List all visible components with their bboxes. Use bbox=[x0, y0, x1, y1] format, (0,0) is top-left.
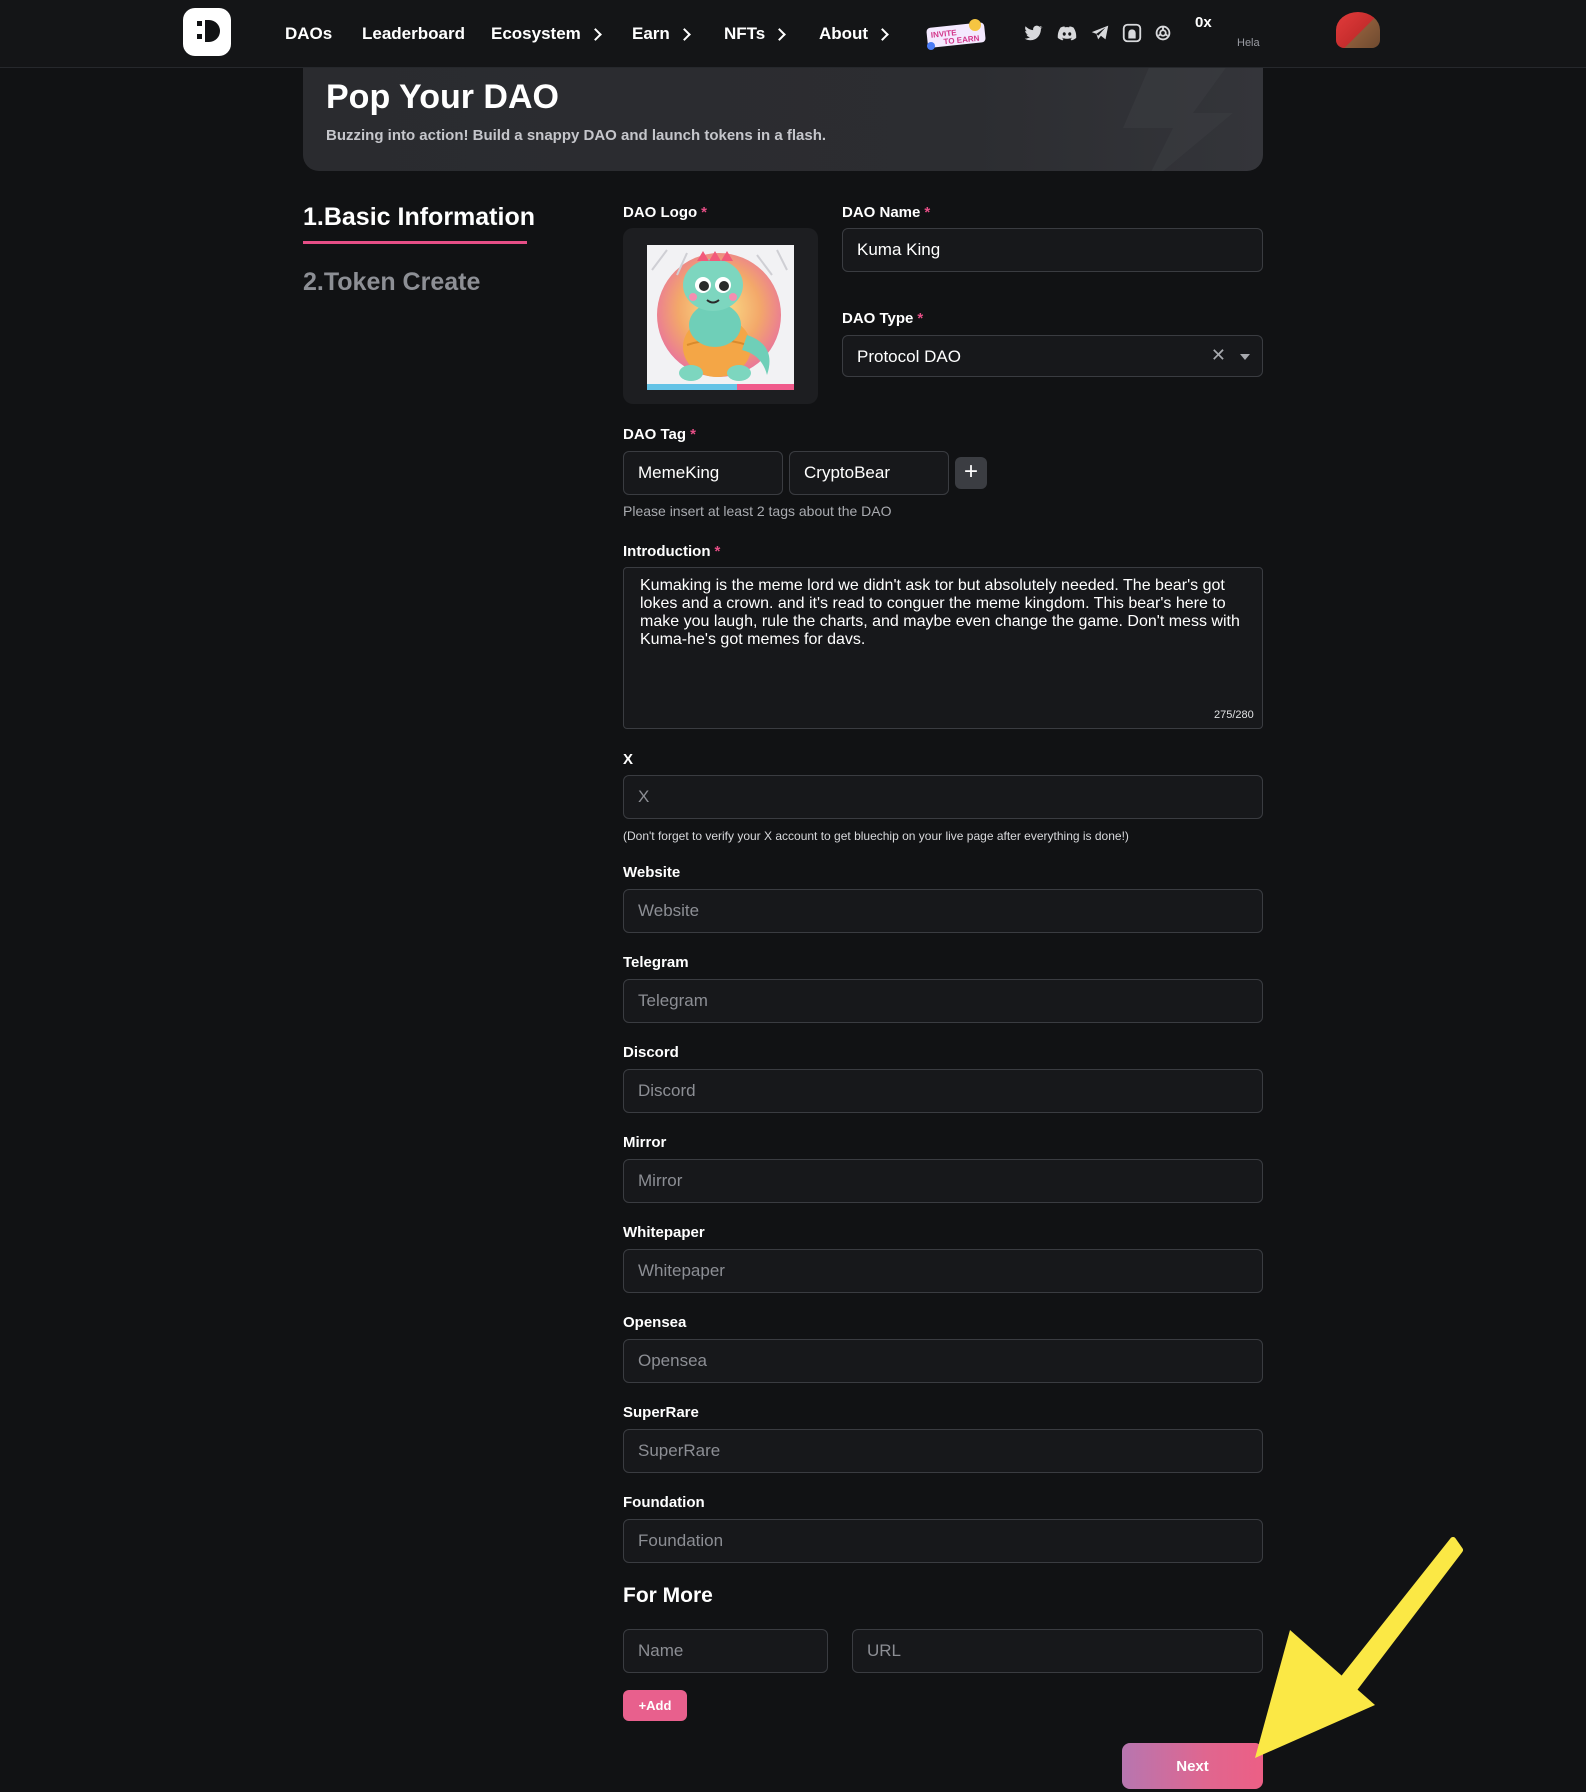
dao-logo-upload[interactable] bbox=[623, 228, 818, 404]
superrare-label: SuperRare bbox=[623, 1404, 699, 1421]
required-marker: * bbox=[690, 426, 696, 443]
dao-logo-image bbox=[647, 245, 794, 390]
invite-to-earn-badge[interactable]: INVITE TO EARN bbox=[925, 17, 989, 51]
foundation-label: Foundation bbox=[623, 1494, 705, 1511]
mirror-icon[interactable] bbox=[1121, 22, 1143, 44]
nav-leaderboard-label: Leaderboard bbox=[362, 24, 465, 43]
nav-leaderboard[interactable]: Leaderboard bbox=[362, 24, 465, 44]
page-banner: Pop Your DAO Buzzing into action! Build … bbox=[303, 68, 1263, 171]
dao-type-label: DAO Type * bbox=[842, 310, 923, 327]
app-logo[interactable] bbox=[183, 8, 231, 56]
chevron-right-icon bbox=[588, 27, 602, 41]
mirror-input[interactable] bbox=[623, 1159, 1263, 1203]
for-more-url-input[interactable] bbox=[852, 1629, 1263, 1673]
nav-about[interactable]: About bbox=[819, 24, 889, 44]
annotation-arrow-icon bbox=[1255, 1537, 1463, 1758]
add-tag-button[interactable]: + bbox=[955, 457, 987, 489]
plus-icon: + bbox=[963, 458, 978, 485]
dao-type-select[interactable]: Protocol DAO ✕ bbox=[842, 335, 1263, 377]
chevron-right-icon bbox=[876, 27, 889, 41]
next-button[interactable]: Next bbox=[1122, 1743, 1263, 1789]
opensea-input[interactable] bbox=[623, 1339, 1263, 1383]
invite-badge-icon: INVITE TO EARN bbox=[926, 19, 986, 50]
dao-logo-label-text: DAO Logo bbox=[623, 204, 698, 221]
discord-label: Discord bbox=[623, 1044, 679, 1061]
dao-name-label: DAO Name * bbox=[842, 204, 930, 221]
nav-earn-label: Earn bbox=[632, 24, 670, 43]
add-link-button[interactable]: +Add bbox=[623, 1690, 687, 1721]
opensea-label: Opensea bbox=[623, 1314, 687, 1331]
telegram-icon[interactable] bbox=[1089, 22, 1111, 44]
nav-earn[interactable]: Earn bbox=[632, 24, 691, 44]
dao-name-label-text: DAO Name bbox=[842, 204, 921, 221]
chevron-right-icon bbox=[773, 27, 787, 41]
introduction-char-counter: 275/280 bbox=[1214, 709, 1254, 721]
website-input[interactable] bbox=[623, 889, 1263, 933]
nav-nfts-label: NFTs bbox=[724, 24, 766, 43]
required-marker: * bbox=[924, 204, 931, 221]
nav-about-label: About bbox=[819, 24, 869, 43]
telegram-input[interactable] bbox=[623, 979, 1263, 1023]
page-subtitle: Buzzing into action! Build a snappy DAO … bbox=[326, 127, 827, 144]
dao-name-input[interactable] bbox=[842, 228, 1263, 272]
wallet-address[interactable]: 0x bbox=[1195, 14, 1212, 31]
dao-type-label-text: DAO Type bbox=[842, 310, 914, 327]
active-step-underline bbox=[303, 241, 527, 244]
mirror-label: Mirror bbox=[623, 1134, 667, 1151]
x-input[interactable] bbox=[623, 775, 1263, 819]
logo-icon bbox=[197, 20, 220, 42]
whitepaper-input[interactable] bbox=[623, 1249, 1263, 1293]
foundation-input[interactable] bbox=[623, 1519, 1263, 1563]
discord-icon[interactable] bbox=[1056, 22, 1078, 44]
superrare-input[interactable] bbox=[623, 1429, 1263, 1473]
introduction-label-text: Introduction bbox=[623, 543, 711, 560]
nav-ecosystem-label: Ecosystem bbox=[491, 24, 581, 43]
nav-daos-label: DAOs bbox=[285, 24, 333, 43]
dao-tag-label-text: DAO Tag bbox=[623, 426, 687, 443]
dao-type-value: Protocol DAO bbox=[857, 347, 961, 366]
page-title: Pop Your DAO bbox=[326, 78, 559, 116]
nav-ecosystem[interactable]: Ecosystem bbox=[491, 24, 602, 44]
introduction-label: Introduction * bbox=[623, 543, 720, 560]
for-more-name-input[interactable] bbox=[623, 1629, 828, 1673]
dao-tag-hint: Please insert at least 2 tags about the … bbox=[623, 503, 892, 519]
twitter-icon[interactable] bbox=[1022, 22, 1044, 44]
website-label: Website bbox=[623, 864, 681, 881]
x-label: X bbox=[623, 751, 634, 768]
dao-tag-input-1[interactable] bbox=[623, 451, 783, 495]
top-navigation: DAOs Leaderboard Ecosystem Earn NFTs Abo… bbox=[0, 0, 1586, 68]
openai-icon[interactable] bbox=[1152, 22, 1174, 44]
dao-logo-label: DAO Logo * bbox=[623, 204, 707, 221]
dao-tag-label: DAO Tag * bbox=[623, 426, 696, 443]
chevron-right-icon bbox=[677, 27, 691, 41]
discord-input[interactable] bbox=[623, 1069, 1263, 1113]
for-more-title: For More bbox=[623, 1584, 713, 1607]
required-marker: * bbox=[701, 204, 707, 221]
introduction-textarea[interactable]: Kumaking is the meme lord we didn't ask … bbox=[623, 567, 1263, 729]
wallet-network: Hela bbox=[1237, 37, 1260, 49]
nav-nfts[interactable]: NFTs bbox=[724, 24, 787, 44]
caret-down-icon[interactable] bbox=[1240, 354, 1250, 360]
step-token-create[interactable]: 2.Token Create bbox=[303, 268, 480, 297]
dao-tag-input-2[interactable] bbox=[789, 451, 949, 495]
lightning-decoration-icon bbox=[1123, 68, 1233, 171]
telegram-label: Telegram bbox=[623, 954, 689, 971]
step-basic-information[interactable]: 1.Basic Information bbox=[303, 203, 535, 232]
whitepaper-label: Whitepaper bbox=[623, 1224, 705, 1241]
required-marker: * bbox=[714, 543, 721, 560]
nav-daos[interactable]: DAOs bbox=[285, 24, 332, 44]
required-marker: * bbox=[917, 310, 924, 327]
clear-icon[interactable]: ✕ bbox=[1211, 345, 1226, 366]
avatar[interactable] bbox=[1336, 12, 1380, 48]
x-hint: (Don't forget to verify your X account t… bbox=[623, 829, 1129, 843]
